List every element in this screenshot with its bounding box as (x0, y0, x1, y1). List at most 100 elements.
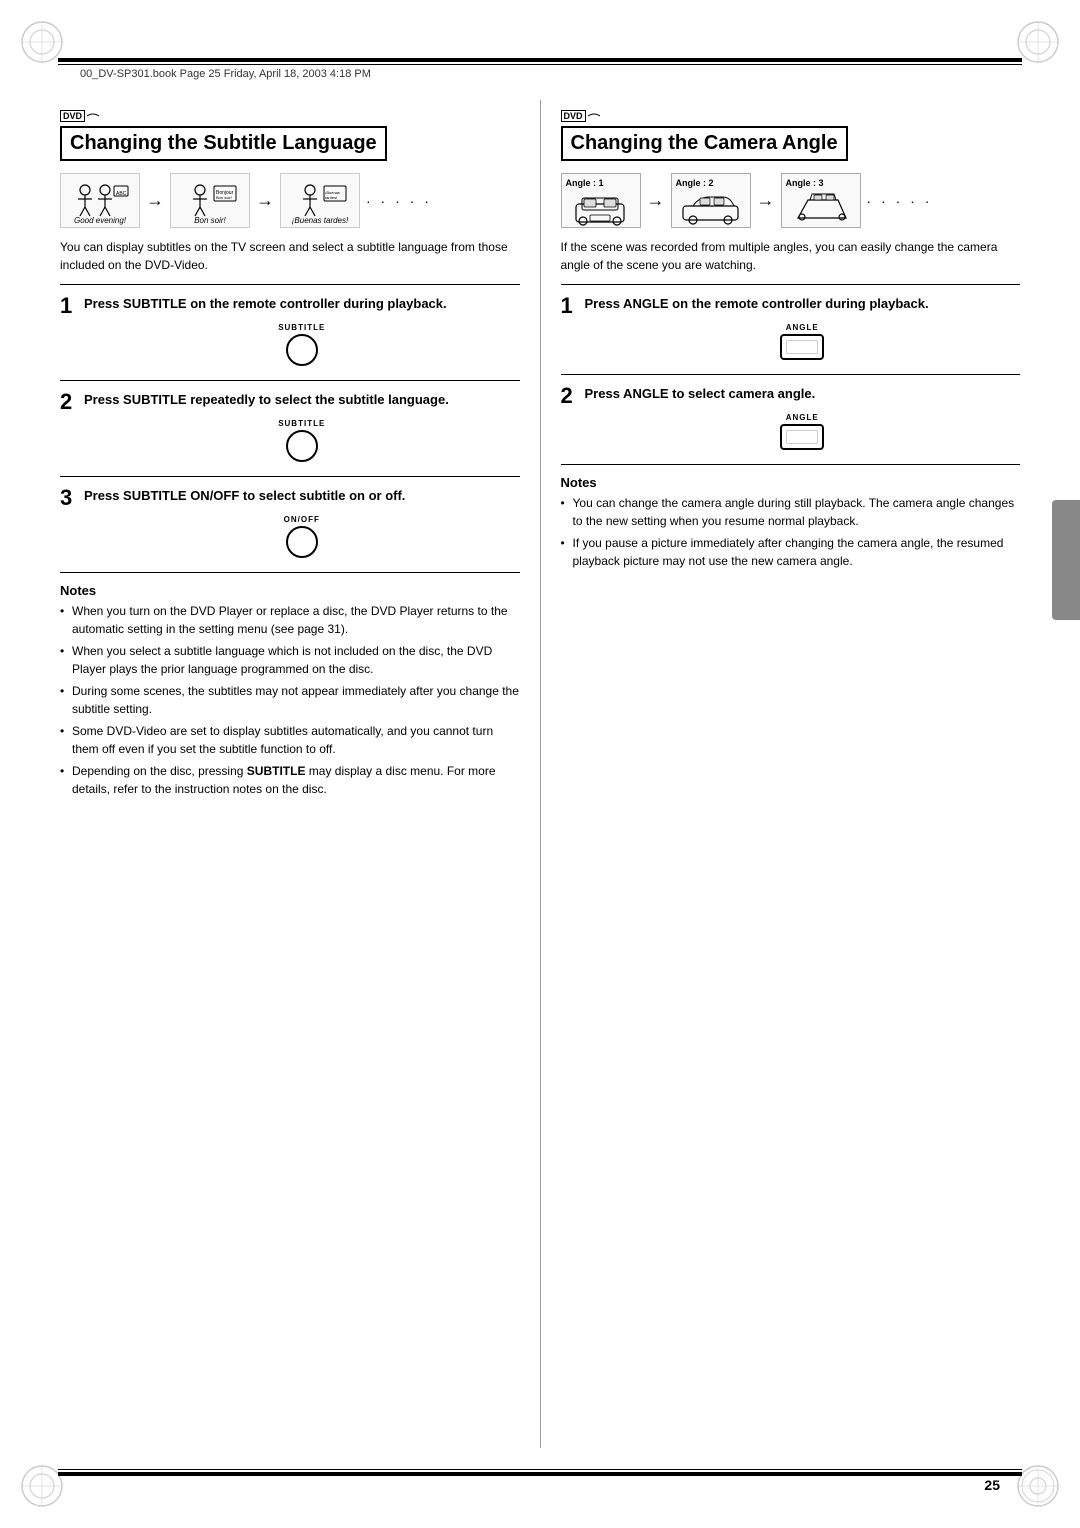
subtitle-button-2-label: SUBTITLE (278, 419, 325, 428)
page-number: 25 (984, 1477, 1000, 1493)
angle-illus-2: Angle : 2 (671, 173, 751, 228)
subtitle-illustrations: ABC Good evening! → (60, 173, 520, 228)
person-svg-3: ¡Buenas tardes! (290, 182, 350, 220)
subtitle-dots: · · · · · (366, 193, 432, 209)
onoff-button: ON/OFF (284, 515, 320, 558)
left-step1-header: 1 Press SUBTITLE on the remote controlle… (60, 295, 520, 317)
left-column: DVD Changing the Subtitle Language (60, 100, 541, 1448)
left-notes-title: Notes (60, 583, 520, 598)
angle-label-1: Angle : 1 (566, 178, 604, 188)
right-notes-title: Notes (561, 475, 1021, 490)
angle-illus-1: Angle : 1 (561, 173, 641, 228)
subtitle-illus-caption-1: Good evening! (63, 216, 137, 225)
left-step2-text: Press SUBTITLE repeatedly to select the … (84, 391, 449, 409)
right-step2-header: 2 Press ANGLE to select camera angle. (561, 385, 1021, 407)
left-note-1: When you turn on the DVD Player or repla… (60, 602, 520, 638)
right-notes: Notes You can change the camera angle du… (561, 475, 1021, 570)
angle-illustrations: Angle : 1 → (561, 173, 1021, 228)
subtitle-illus-1: ABC Good evening! (60, 173, 140, 228)
left-step3-button: ON/OFF (84, 515, 520, 558)
right-column: DVD Changing the Camera Angle Angle : 1 (541, 100, 1021, 1448)
step3-divider-left (60, 476, 520, 477)
notes-divider-left (60, 572, 520, 573)
subtitle-arrow-2: → (256, 190, 274, 211)
left-note-3: During some scenes, the subtitles may no… (60, 682, 520, 718)
right-notes-list: You can change the camera angle during s… (561, 494, 1021, 570)
left-step1-text: Press SUBTITLE on the remote controller … (84, 295, 447, 313)
right-note-1: You can change the camera angle during s… (561, 494, 1021, 530)
right-step2-text: Press ANGLE to select camera angle. (585, 385, 816, 403)
right-step2-number: 2 (561, 385, 579, 407)
left-step2-header: 2 Press SUBTITLE repeatedly to select th… (60, 391, 520, 413)
angle-button-1-label: ANGLE (786, 323, 819, 332)
right-step2: 2 Press ANGLE to select camera angle. AN… (561, 385, 1021, 450)
left-step1: 1 Press SUBTITLE on the remote controlle… (60, 295, 520, 366)
angle-illus-3: Angle : 3 (781, 173, 861, 228)
side-tab (1052, 500, 1080, 620)
left-step3: 3 Press SUBTITLE ON/OFF to select subtit… (60, 487, 520, 558)
angle-button-2-label: ANGLE (786, 413, 819, 422)
angle-button-1-rect (780, 334, 824, 360)
subtitle-button-1: SUBTITLE (278, 323, 325, 366)
angle-dots: · · · · · (867, 193, 933, 209)
step2-divider-left (60, 380, 520, 381)
left-section-title: Changing the Subtitle Language (60, 126, 387, 161)
right-section-title: Changing the Camera Angle (561, 126, 848, 161)
car-front-svg (568, 188, 633, 226)
dvd-arrow-icon (87, 112, 99, 120)
person-svg-1: ABC (70, 182, 130, 220)
subtitle-illus-3: ¡Buenas tardes! ¡Buenas tardes! (280, 173, 360, 228)
subtitle-button-1-circle (286, 334, 318, 366)
right-step1-text: Press ANGLE on the remote controller dur… (585, 295, 929, 313)
left-notes: Notes When you turn on the DVD Player or… (60, 583, 520, 798)
angle-arrow-1: → (647, 190, 665, 211)
right-step1-button: ANGLE (585, 323, 1021, 360)
svg-text:ABC: ABC (116, 191, 127, 197)
right-note-2: If you pause a picture immediately after… (561, 534, 1021, 570)
right-dvd-label: DVD (561, 110, 1021, 122)
right-step1: 1 Press ANGLE on the remote controller d… (561, 295, 1021, 360)
page-container: 00_DV-SP301.book Page 25 Friday, April 1… (0, 0, 1080, 1528)
left-description: You can display subtitles on the TV scre… (60, 238, 520, 274)
right-description: If the scene was recorded from multiple … (561, 238, 1021, 274)
subtitle-illus-caption-2: Bon soir! (173, 216, 247, 225)
angle-button-2: ANGLE (780, 413, 824, 450)
step1-divider-right (561, 284, 1021, 285)
left-note-4: Some DVD-Video are set to display subtit… (60, 722, 520, 758)
left-step1-button: SUBTITLE (84, 323, 520, 366)
top-border-thin (58, 64, 1022, 65)
left-dvd-badge: DVD (60, 110, 85, 122)
left-note-2: When you select a subtitle language whic… (60, 642, 520, 678)
step2-divider-right (561, 374, 1021, 375)
bottom-border-thick (58, 1472, 1022, 1476)
main-content: DVD Changing the Subtitle Language (60, 100, 1020, 1448)
bottom-border-thin (58, 1469, 1022, 1470)
right-step1-header: 1 Press ANGLE on the remote controller d… (561, 295, 1021, 317)
left-step3-number: 3 (60, 487, 78, 509)
left-step1-number: 1 (60, 295, 78, 317)
subtitle-button-2-circle (286, 430, 318, 462)
onoff-button-circle (286, 526, 318, 558)
onoff-button-label: ON/OFF (284, 515, 320, 524)
subtitle-illus-caption-3: ¡Buenas tardes! (283, 216, 357, 225)
subtitle-illus-2: Bonjour Bon soir! Bon soir! (170, 173, 250, 228)
left-dvd-label: DVD (60, 110, 520, 122)
file-info: 00_DV-SP301.book Page 25 Friday, April 1… (80, 68, 371, 80)
right-step2-button: ANGLE (585, 413, 1021, 450)
angle-button-1: ANGLE (780, 323, 824, 360)
right-step1-number: 1 (561, 295, 579, 317)
car-top-svg (788, 188, 853, 226)
angle-button-2-rect (780, 424, 824, 450)
step1-divider-left (60, 284, 520, 285)
left-step2-number: 2 (60, 391, 78, 413)
person-svg-2: Bonjour Bon soir! (180, 182, 240, 220)
two-columns: DVD Changing the Subtitle Language (60, 100, 1020, 1448)
notes-divider-right (561, 464, 1021, 465)
angle-label-2: Angle : 2 (676, 178, 714, 188)
left-step2-button: SUBTITLE (84, 419, 520, 462)
car-side-svg (678, 188, 743, 226)
subtitle-button-2: SUBTITLE (278, 419, 325, 462)
top-border-thick (58, 58, 1022, 62)
left-notes-list: When you turn on the DVD Player or repla… (60, 602, 520, 798)
right-dvd-arrow-icon (588, 112, 600, 120)
